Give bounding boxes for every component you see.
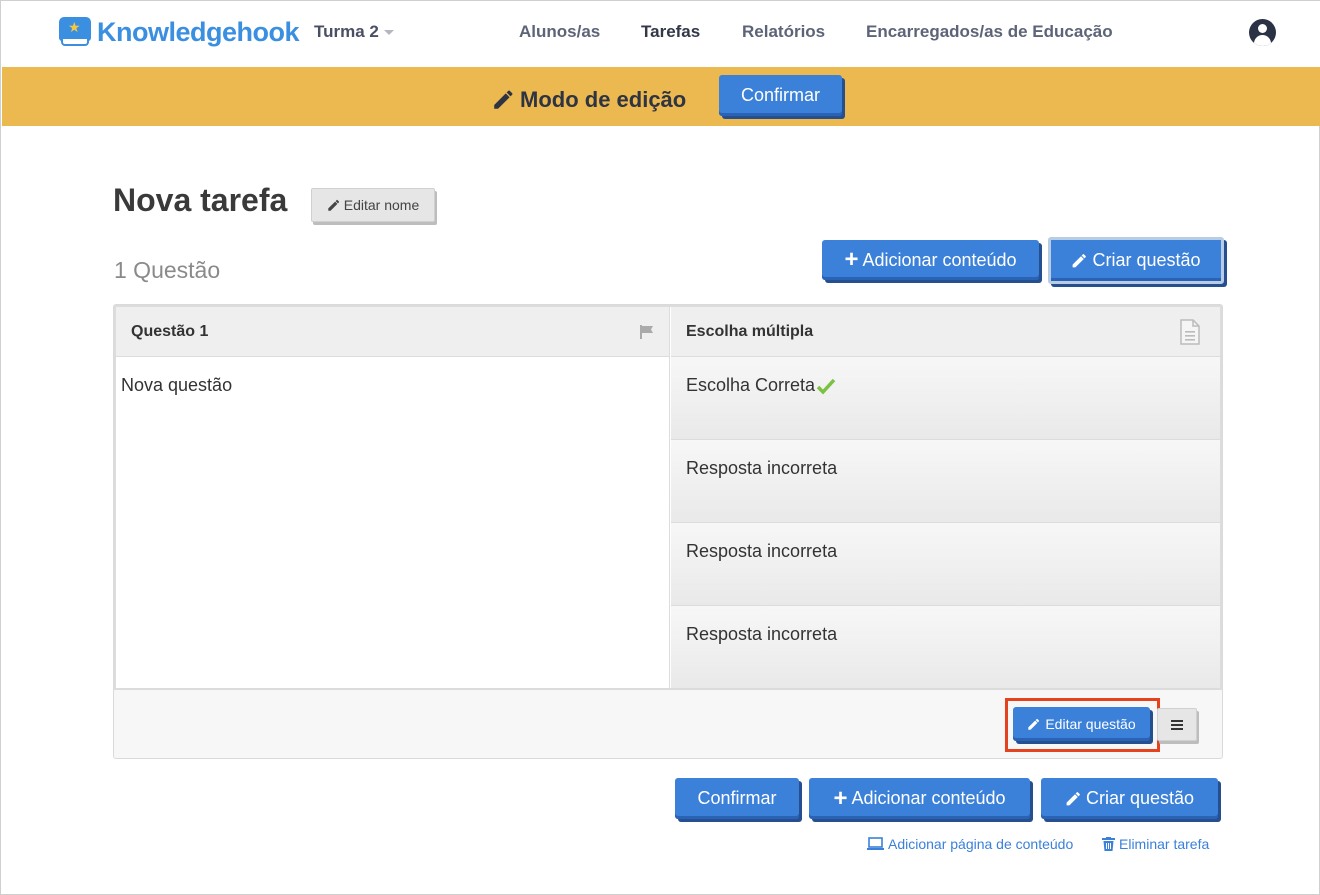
create-question-button-bottom[interactable]: Criar questão xyxy=(1041,778,1218,819)
plus-icon: + xyxy=(833,784,848,812)
brand-name: Knowledgehook xyxy=(97,16,300,47)
question-header: Questão 1 xyxy=(116,307,669,357)
edit-question-label: Editar questão xyxy=(1045,716,1136,732)
pencil-icon xyxy=(1066,791,1080,805)
add-content-label: Adicionar conteúdo xyxy=(862,249,1017,270)
add-content-button-top[interactable]: + Adicionar conteúdo xyxy=(822,240,1039,280)
document-icon[interactable] xyxy=(1180,319,1200,345)
create-question-button-top[interactable]: Criar questão xyxy=(1048,237,1224,284)
book-icon: ★ xyxy=(59,17,91,47)
nav-tasks[interactable]: Tarefas xyxy=(641,22,700,42)
answer-option: Resposta incorreta xyxy=(671,523,1220,606)
class-selector-label: Turma 2 xyxy=(314,22,379,41)
answer-option: Resposta incorreta xyxy=(671,606,1220,688)
add-content-page-link[interactable]: Adicionar página de conteúdo xyxy=(867,836,1073,852)
confirm-button-top[interactable]: Confirmar xyxy=(719,75,842,116)
delete-task-link[interactable]: Eliminar tarefa xyxy=(1102,836,1209,852)
edit-name-label: Editar nome xyxy=(343,197,420,213)
question-menu-button[interactable] xyxy=(1157,708,1197,741)
answer-text: Resposta incorreta xyxy=(686,624,838,644)
question-column: Questão 1 Nova questão xyxy=(116,307,670,688)
caret-down-icon xyxy=(383,29,394,35)
edit-question-button[interactable]: Editar questão xyxy=(1013,707,1150,741)
add-content-page-label: Adicionar página de conteúdo xyxy=(888,836,1074,852)
top-nav: ★ Knowledgehook Turma 2 Alunos/as Tarefa… xyxy=(1,1,1320,67)
answer-option: Escolha Correta xyxy=(671,357,1220,440)
create-question-label: Criar questão xyxy=(1085,788,1195,808)
page-title: Nova tarefa xyxy=(113,182,288,218)
question-number: Questão 1 xyxy=(131,322,209,340)
class-selector[interactable]: Turma 2 xyxy=(314,22,394,42)
pencil-icon xyxy=(1073,253,1087,267)
question-count: 1 Questão xyxy=(114,257,221,283)
hamburger-icon xyxy=(1171,723,1183,726)
edit-mode-label: Modo de edição xyxy=(520,87,687,112)
question-table: Questão 1 Nova questão Escolha múltipla … xyxy=(114,305,1222,690)
nav-reports[interactable]: Relatórios xyxy=(742,22,825,42)
question-text: Nova questão xyxy=(121,375,233,395)
answer-option: Resposta incorreta xyxy=(671,440,1220,523)
question-type: Escolha múltipla xyxy=(686,322,814,340)
brand-logo[interactable]: ★ Knowledgehook xyxy=(59,15,300,49)
create-question-label: Criar questão xyxy=(1092,250,1201,270)
question-type-header: Escolha múltipla xyxy=(671,307,1220,357)
answers-column: Escolha múltipla Escolha Correta Respost… xyxy=(671,307,1220,688)
plus-icon: + xyxy=(844,246,859,273)
edit-mode-indicator: Modo de edição xyxy=(492,87,686,113)
edit-mode-bar: Modo de edição Confirmar xyxy=(2,67,1320,126)
laptop-icon xyxy=(867,837,884,850)
pencil-icon xyxy=(328,199,339,211)
question-card: Questão 1 Nova questão Escolha múltipla … xyxy=(113,304,1223,759)
checkmark-icon xyxy=(816,378,836,395)
add-content-button-bottom[interactable]: + Adicionar conteúdo xyxy=(809,778,1030,819)
edit-name-button[interactable]: Editar nome xyxy=(311,188,435,222)
add-content-label: Adicionar conteúdo xyxy=(851,788,1006,808)
confirm-button-bottom[interactable]: Confirmar xyxy=(675,778,799,819)
pencil-icon xyxy=(494,90,513,109)
pencil-icon xyxy=(1028,718,1040,730)
trash-icon xyxy=(1102,837,1115,851)
nav-guardians[interactable]: Encarregados/as de Educação xyxy=(866,22,1113,42)
nav-students[interactable]: Alunos/as xyxy=(519,22,600,42)
delete-task-label: Eliminar tarefa xyxy=(1119,836,1210,852)
answer-text: Escolha Correta xyxy=(686,375,816,395)
user-avatar-icon[interactable] xyxy=(1249,19,1276,46)
answer-text: Resposta incorreta xyxy=(686,541,838,561)
app-frame: ★ Knowledgehook Turma 2 Alunos/as Tarefa… xyxy=(0,0,1320,895)
answer-text: Resposta incorreta xyxy=(686,458,838,478)
flag-icon[interactable] xyxy=(639,324,655,340)
